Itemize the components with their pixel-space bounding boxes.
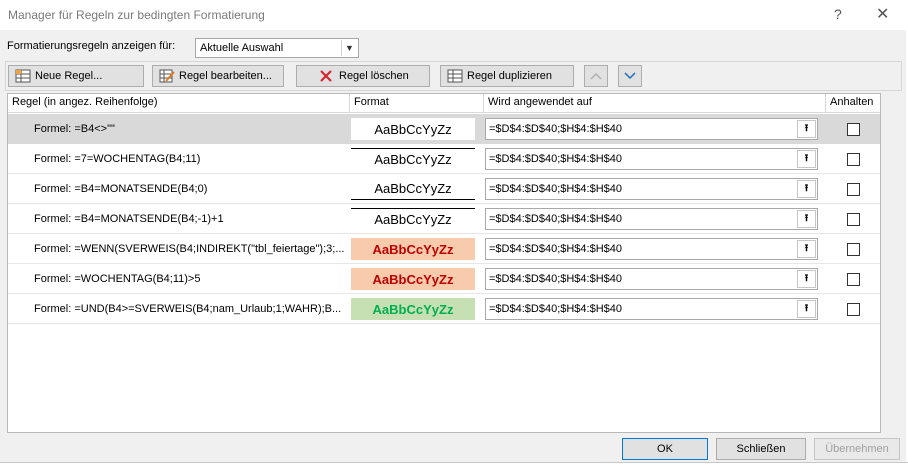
stop-if-true-checkbox[interactable] — [847, 123, 860, 136]
edit-rule-label: Regel bearbeiten... — [179, 70, 272, 82]
range-select-icon[interactable]: ⭱ — [797, 270, 816, 288]
stop-if-true-checkbox[interactable] — [847, 303, 860, 316]
delete-rule-button[interactable]: Regel löschen — [296, 65, 430, 87]
duplicate-rule-icon — [447, 69, 463, 83]
table-row[interactable]: Formel: =UND(B4>=SVERWEIS(B4;nam_Urlaub;… — [8, 294, 880, 324]
chevron-down-icon[interactable]: ▼ — [341, 40, 357, 56]
delete-rule-label: Regel löschen — [339, 70, 409, 82]
applies-to-field[interactable]: =$D$4:$D$40;$H$4:$H$40 ⭱ — [485, 118, 818, 140]
column-header-stop-if-true: Anhalten — [830, 96, 874, 108]
format-preview: AaBbCcYyZz — [351, 208, 475, 230]
applies-to-value: =$D$4:$D$40;$H$4:$H$40 — [489, 303, 623, 315]
column-header-format: Format — [354, 96, 389, 108]
applies-to-field[interactable]: =$D$4:$D$40;$H$4:$H$40 ⭱ — [485, 298, 818, 320]
rules-grid: Regel (in angez. Reihenfolge) Format Wir… — [7, 93, 881, 433]
chevron-down-icon — [624, 69, 636, 83]
rule-formula: Formel: =B4=MONATSENDE(B4;-1)+1 — [34, 213, 224, 225]
delete-icon — [319, 69, 335, 83]
table-row[interactable]: Formel: =B4=MONATSENDE(B4;-1)+1 AaBbCcYyZ… — [8, 204, 880, 234]
show-rules-value: Aktuelle Auswahl — [200, 42, 284, 54]
move-up-button[interactable] — [584, 65, 608, 87]
close-icon[interactable]: ✕ — [876, 4, 889, 24]
background-sheet-strip — [0, 462, 908, 471]
format-preview: AaBbCcYyZz — [351, 268, 475, 290]
column-divider[interactable] — [483, 94, 484, 113]
move-down-button[interactable] — [618, 65, 642, 87]
applies-to-value: =$D$4:$D$40;$H$4:$H$40 — [489, 123, 623, 135]
window-title: Manager für Regeln zur bedingten Formati… — [8, 8, 265, 22]
show-rules-select[interactable]: Aktuelle Auswahl ▼ — [195, 38, 359, 58]
format-preview: AaBbCcYyZz — [351, 178, 475, 200]
stop-if-true-checkbox[interactable] — [847, 183, 860, 196]
table-row[interactable]: Formel: =7=WOCHENTAG(B4;11) AaBbCcYyZz =$D… — [8, 144, 880, 174]
table-row[interactable]: Formel: =WOCHENTAG(B4;11)>5 AaBbCcYyZz =$D… — [8, 264, 880, 294]
range-select-icon[interactable]: ⭱ — [797, 150, 816, 168]
edit-rule-button[interactable]: Regel bearbeiten... — [152, 65, 284, 87]
new-rule-button[interactable]: Neue Regel... — [8, 65, 144, 87]
format-preview: AaBbCcYyZz — [351, 238, 475, 260]
rule-formula: Formel: =B4<>"" — [34, 123, 115, 135]
stop-if-true-checkbox[interactable] — [847, 243, 860, 256]
applies-to-field[interactable]: =$D$4:$D$40;$H$4:$H$40 ⭱ — [485, 268, 818, 290]
help-icon[interactable]: ? — [834, 6, 842, 22]
duplicate-rule-label: Regel duplizieren — [467, 70, 552, 82]
duplicate-rule-button[interactable]: Regel duplizieren — [440, 65, 574, 87]
table-row[interactable]: Formel: =WENN(SVERWEIS(B4;INDIREKT("tbl_… — [8, 234, 880, 264]
table-row[interactable]: Formel: =B4<>"" AaBbCcYyZz =$D$4:$D$40;$H$… — [8, 114, 880, 144]
range-select-icon[interactable]: ⭱ — [797, 240, 816, 258]
close-button[interactable]: Schließen — [716, 438, 806, 460]
applies-to-field[interactable]: =$D$4:$D$40;$H$4:$H$40 ⭱ — [485, 178, 818, 200]
column-divider[interactable] — [825, 94, 826, 113]
grid-header: Regel (in angez. Reihenfolge) Format Wir… — [8, 94, 880, 113]
rule-formula: Formel: =WOCHENTAG(B4;11)>5 — [34, 273, 201, 285]
applies-to-value: =$D$4:$D$40;$H$4:$H$40 — [489, 213, 623, 225]
range-select-icon[interactable]: ⭱ — [797, 120, 816, 138]
applies-to-field[interactable]: =$D$4:$D$40;$H$4:$H$40 ⭱ — [485, 208, 818, 230]
rule-formula: Formel: =7=WOCHENTAG(B4;11) — [34, 153, 201, 165]
range-select-icon[interactable]: ⭱ — [797, 300, 816, 318]
stop-if-true-checkbox[interactable] — [847, 153, 860, 166]
applies-to-field[interactable]: =$D$4:$D$40;$H$4:$H$40 ⭱ — [485, 148, 818, 170]
applies-to-value: =$D$4:$D$40;$H$4:$H$40 — [489, 273, 623, 285]
format-preview: AaBbCcYyZz — [351, 118, 475, 140]
applies-to-value: =$D$4:$D$40;$H$4:$H$40 — [489, 183, 623, 195]
range-select-icon[interactable]: ⭱ — [797, 180, 816, 198]
stop-if-true-checkbox[interactable] — [847, 213, 860, 226]
ok-button[interactable]: OK — [622, 438, 708, 460]
rule-formula: Formel: =WENN(SVERWEIS(B4;INDIREKT("tbl_… — [34, 243, 344, 255]
show-rules-label: Formatierungsregeln anzeigen für: — [7, 40, 176, 52]
stop-if-true-checkbox[interactable] — [847, 273, 860, 286]
applies-to-field[interactable]: =$D$4:$D$40;$H$4:$H$40 ⭱ — [485, 238, 818, 260]
column-header-rule: Regel (in angez. Reihenfolge) — [12, 96, 158, 108]
table-row[interactable]: Formel: =B4=MONATSENDE(B4;0) AaBbCcYyZz =$… — [8, 174, 880, 204]
applies-to-value: =$D$4:$D$40;$H$4:$H$40 — [489, 153, 623, 165]
apply-button[interactable]: Übernehmen — [814, 438, 900, 460]
new-rule-label: Neue Regel... — [35, 70, 103, 82]
format-preview: AaBbCcYyZz — [351, 298, 475, 320]
column-divider[interactable] — [349, 94, 350, 113]
range-select-icon[interactable]: ⭱ — [797, 210, 816, 228]
format-preview: AaBbCcYyZz — [351, 148, 475, 170]
applies-to-value: =$D$4:$D$40;$H$4:$H$40 — [489, 243, 623, 255]
new-rule-icon — [15, 69, 31, 83]
edit-rule-icon — [159, 69, 175, 83]
title-bar: Manager für Regeln zur bedingten Formati… — [0, 0, 908, 30]
rule-formula: Formel: =UND(B4>=SVERWEIS(B4;nam_Urlaub;… — [34, 303, 342, 315]
chevron-up-icon — [590, 69, 602, 83]
rule-formula: Formel: =B4=MONATSENDE(B4;0) — [34, 183, 208, 195]
column-header-applies-to: Wird angewendet auf — [488, 96, 592, 108]
